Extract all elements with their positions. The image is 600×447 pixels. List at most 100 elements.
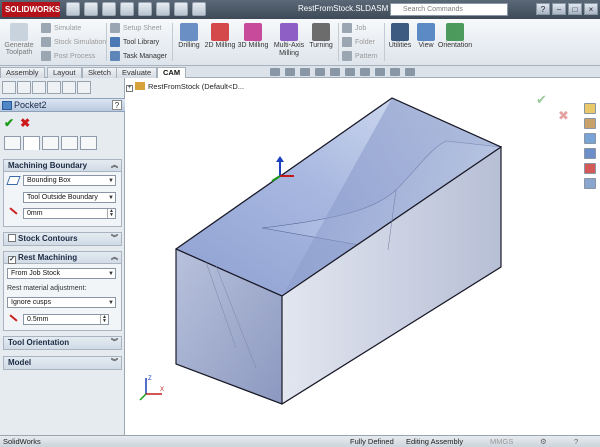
cam-operation-tree-icon[interactable] <box>62 81 76 94</box>
feature-tree-icon[interactable] <box>2 81 16 94</box>
open-folder-icon[interactable] <box>84 2 98 16</box>
new-document-icon[interactable] <box>66 2 80 16</box>
previous-view-icon[interactable] <box>300 68 310 76</box>
tab-sketch[interactable]: Sketch <box>82 67 117 78</box>
help-icon[interactable]: ? <box>536 3 550 15</box>
model-header[interactable]: Model ︾ <box>4 357 121 369</box>
machining-boundary-title: Machining Boundary <box>8 161 88 170</box>
stock-contours-checkbox[interactable] <box>8 234 16 242</box>
tool-tab-icon[interactable] <box>4 136 21 150</box>
print-icon[interactable] <box>120 2 134 16</box>
rebuild-status-icon[interactable]: ⚙ <box>540 437 547 446</box>
tool-orientation-header[interactable]: Tool Orientation ︾ <box>4 337 121 349</box>
hide-show-items-icon[interactable] <box>360 68 370 76</box>
feed-speed-tab-icon[interactable] <box>42 136 59 150</box>
drilling-label: Drilling <box>178 42 200 49</box>
rest-machining-checkbox[interactable]: ✓ <box>8 256 16 264</box>
save-icon[interactable] <box>102 2 116 16</box>
machining-boundary-header[interactable]: Machining Boundary ︽ <box>4 160 121 172</box>
rebuild-icon[interactable] <box>174 2 188 16</box>
view-palette-icon[interactable] <box>584 148 596 159</box>
status-units[interactable]: MMGS <box>490 437 513 446</box>
tab-assembly[interactable]: Assembly <box>0 67 45 78</box>
job-button[interactable]: Job <box>342 23 366 33</box>
appearances-icon[interactable] <box>584 163 596 174</box>
nc-tab-icon[interactable] <box>61 136 78 150</box>
close-icon[interactable]: × <box>584 3 598 15</box>
ribbon-separator <box>106 23 107 61</box>
orientation-button[interactable]: Orientation <box>435 23 475 49</box>
rest-source-select[interactable]: From Job Stock ▼ <box>7 268 116 279</box>
undo-icon[interactable] <box>138 2 152 16</box>
search-commands-input[interactable]: Search Commands <box>390 3 508 16</box>
edit-appearance-icon[interactable] <box>375 68 385 76</box>
boundary-type-select[interactable]: Bounding Box ▼ <box>23 175 116 186</box>
minimize-icon[interactable]: – <box>552 3 566 15</box>
expand-chevron-icon[interactable]: ︾ <box>111 357 118 368</box>
view-settings-icon[interactable] <box>405 68 415 76</box>
display-style-icon[interactable] <box>345 68 355 76</box>
rest-source-value: From Job Stock <box>11 270 61 277</box>
zoom-area-icon[interactable] <box>285 68 295 76</box>
expand-chevron-icon[interactable]: ︾ <box>111 233 118 244</box>
property-manager-icon[interactable] <box>17 81 31 94</box>
2d-milling-button[interactable]: 2D Milling <box>203 23 237 49</box>
orientation-icon <box>446 23 464 41</box>
tab-cam[interactable]: CAM <box>157 67 187 78</box>
setup-sheet-button[interactable]: Setup Sheet <box>110 23 162 33</box>
solidworks-logo[interactable]: SOLIDWORKS <box>2 2 60 17</box>
turning-button[interactable]: Turning <box>304 23 338 49</box>
collapse-chevron-icon[interactable]: ︽ <box>111 160 118 171</box>
rest-adjustment-select[interactable]: Ignore cusps ▼ <box>7 297 116 308</box>
apply-scene-icon[interactable] <box>390 68 400 76</box>
help-question-icon[interactable]: ? <box>112 100 122 110</box>
task-manager-button[interactable]: Task Manager <box>110 51 167 61</box>
simulate-button[interactable]: Simulate <box>41 23 81 33</box>
spin-arrows-icon[interactable]: ▲ ▼ <box>100 315 108 324</box>
tool-orientation-title: Tool Orientation <box>8 338 70 347</box>
options-gear-icon[interactable] <box>192 2 206 16</box>
folder-button[interactable]: Folder <box>342 37 375 47</box>
help-status-icon[interactable]: ? <box>574 437 578 446</box>
rest-machining-title: Rest Machining <box>18 253 78 262</box>
tab-layout[interactable]: Layout <box>47 67 82 78</box>
cam-tool-tree-icon[interactable] <box>77 81 91 94</box>
view-orientation-icon[interactable] <box>330 68 340 76</box>
rest-adjustment-label: Rest material adjustment: <box>7 285 87 292</box>
boundary-offset-stepper[interactable]: 0mm ▲ ▼ <box>23 208 116 219</box>
cam-feature-tree-icon[interactable] <box>47 81 61 94</box>
expand-chevron-icon[interactable]: ︾ <box>111 337 118 348</box>
rest-offset-value: 0.5mm <box>27 316 49 323</box>
stock-simulation-button[interactable]: Stock Simulation <box>41 37 106 47</box>
tool-library-button[interactable]: Tool Library <box>110 37 159 47</box>
post-process-button[interactable]: Post Process <box>41 51 95 61</box>
ok-checkmark-icon[interactable]: ✔ <box>4 116 14 130</box>
file-explorer-icon[interactable] <box>584 133 596 144</box>
rest-offset-stepper[interactable]: 0.5mm ▲ ▼ <box>23 314 109 325</box>
section-view-icon[interactable] <box>315 68 325 76</box>
custom-properties-icon[interactable] <box>584 178 596 189</box>
stock-contours-header[interactable]: Stock Contours ︾ <box>4 233 121 245</box>
3d-milling-button[interactable]: 3D Milling <box>236 23 270 49</box>
home-icon[interactable] <box>584 103 596 114</box>
graphics-viewport[interactable]: + RestFromStock (Default<D... ✔ ✖ Z X <box>126 78 600 435</box>
machining-boundary-group: Machining Boundary ︽ Bounding Box ▼ Tool … <box>3 159 122 227</box>
drilling-button[interactable]: Drilling <box>172 23 206 49</box>
design-library-icon[interactable] <box>584 118 596 129</box>
tab-evaluate[interactable]: Evaluate <box>116 67 158 78</box>
maximize-icon[interactable]: □ <box>568 3 582 15</box>
multi-axis-milling-button[interactable]: Multi-Axis Milling <box>269 23 309 58</box>
pattern-button[interactable]: Pattern <box>342 51 378 61</box>
features-tab-icon[interactable] <box>23 136 40 150</box>
generate-toolpath-button[interactable]: Generate Toolpath <box>2 23 36 56</box>
spin-arrows-icon[interactable]: ▲ ▼ <box>107 209 115 218</box>
zoom-to-fit-icon[interactable] <box>270 68 280 76</box>
cancel-x-icon[interactable]: ✖ <box>20 116 30 130</box>
select-pointer-icon[interactable] <box>156 2 170 16</box>
dropdown-arrow-icon: ▼ <box>108 271 114 277</box>
boundary-position-select[interactable]: Tool Outside Boundary ▼ <box>23 192 116 203</box>
collapse-chevron-icon[interactable]: ︽ <box>111 252 118 263</box>
rest-machining-header[interactable]: ✓ Rest Machining ︽ <box>4 252 121 264</box>
options-tab-icon[interactable] <box>80 136 97 150</box>
configuration-manager-icon[interactable] <box>32 81 46 94</box>
